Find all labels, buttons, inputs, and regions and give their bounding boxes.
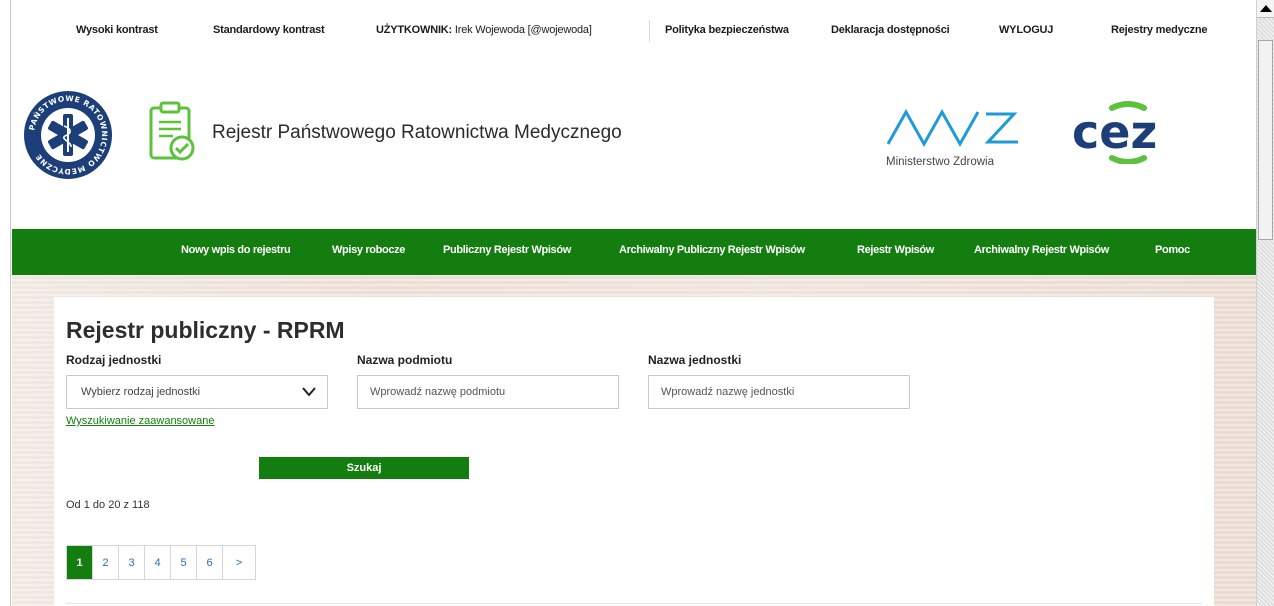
next-page-button[interactable]: > bbox=[223, 546, 255, 579]
page-5-button[interactable]: 5 bbox=[171, 546, 197, 579]
topbar-divider bbox=[649, 20, 650, 42]
cez-logo: cez bbox=[1072, 101, 1157, 164]
nav-public-register[interactable]: Publiczny Rejestr Wpisów bbox=[443, 244, 571, 256]
user-label: UŻYTKOWNIK: bbox=[376, 24, 453, 36]
chevron-down-icon bbox=[302, 387, 316, 397]
unit-type-select[interactable]: Wybierz rodzaj jednostki bbox=[66, 375, 328, 409]
page-4-button[interactable]: 4 bbox=[145, 546, 171, 579]
top-utility-bar: Wysoki kontrast Standardowy kontrast UŻY… bbox=[12, 0, 1256, 48]
page-title: Rejestr publiczny - RPRM bbox=[66, 317, 345, 343]
results-table-top-border bbox=[66, 603, 1202, 604]
scroll-up-button[interactable] bbox=[1257, 0, 1274, 18]
unit-name-input[interactable] bbox=[648, 375, 910, 409]
nav-register-entries[interactable]: Rejestr Wpisów bbox=[857, 244, 934, 256]
logout-link[interactable]: WYLOGUJ bbox=[999, 24, 1053, 36]
medical-registers-link[interactable]: Rejestry medyczne bbox=[1111, 24, 1207, 36]
page-3-button[interactable]: 3 bbox=[119, 546, 145, 579]
prm-emblem-logo: PAŃSTWOWE RATOWNICTWO MEDYCZNE bbox=[24, 91, 112, 179]
vertical-scrollbar[interactable] bbox=[1256, 0, 1274, 606]
high-contrast-link[interactable]: Wysoki kontrast bbox=[76, 24, 158, 36]
page-1-button[interactable]: 1 bbox=[67, 546, 93, 579]
entity-name-input[interactable] bbox=[357, 375, 619, 409]
search-panel: Rejestr publiczny - RPRM Rodzaj jednostk… bbox=[54, 297, 1214, 606]
user-info: UŻYTKOWNIK: Irek Wojewoda [@wojewoda] bbox=[376, 24, 592, 36]
main-navigation: Nowy wpis do rejestru Wpisy robocze Publ… bbox=[12, 229, 1256, 275]
entity-name-label: Nazwa podmiotu bbox=[357, 353, 453, 367]
standard-contrast-link[interactable]: Standardowy kontrast bbox=[213, 24, 325, 36]
cez-logo-text: cez bbox=[1072, 105, 1157, 159]
unit-type-select-value: Wybierz rodzaj jednostki bbox=[81, 386, 201, 398]
page-6-button[interactable]: 6 bbox=[197, 546, 223, 579]
nav-archived-public-register[interactable]: Archiwalny Publiczny Rejestr Wpisów bbox=[619, 244, 805, 256]
clipboard-check-icon bbox=[149, 101, 195, 161]
page-2-button[interactable]: 2 bbox=[93, 546, 119, 579]
results-count: Od 1 do 20 z 118 bbox=[66, 499, 150, 511]
nav-draft-entries[interactable]: Wpisy robocze bbox=[332, 244, 405, 256]
scroll-up-arrow-icon bbox=[1259, 5, 1272, 12]
header: PAŃSTWOWE RATOWNICTWO MEDYCZNE Rejestr P… bbox=[12, 60, 1256, 210]
nav-new-entry[interactable]: Nowy wpis do rejestru bbox=[181, 244, 291, 256]
pagination: 1 2 3 4 5 6 > bbox=[66, 545, 256, 580]
app-title: Rejestr Państwowego Ratownictwa Medyczne… bbox=[212, 122, 622, 143]
unit-type-label: Rodzaj jednostki bbox=[66, 353, 162, 367]
nav-archived-register[interactable]: Archiwalny Rejestr Wpisów bbox=[974, 244, 1109, 256]
nav-help[interactable]: Pomoc bbox=[1155, 244, 1190, 256]
scrollbar-thumb[interactable] bbox=[1258, 40, 1273, 240]
search-button[interactable]: Szukaj bbox=[259, 457, 469, 479]
advanced-search-link[interactable]: Wyszukiwanie zaawansowane bbox=[66, 415, 214, 427]
unit-name-label: Nazwa jednostki bbox=[648, 353, 742, 367]
accessibility-link[interactable]: Deklaracja dostępności bbox=[831, 24, 950, 36]
left-frame bbox=[0, 0, 11, 606]
ministry-of-health-text: Ministerstwo Zdrowia bbox=[886, 156, 994, 168]
security-policy-link[interactable]: Polityka bezpieczeństwa bbox=[665, 24, 789, 36]
user-name: Irek Wojewoda [@wojewoda] bbox=[454, 24, 592, 36]
